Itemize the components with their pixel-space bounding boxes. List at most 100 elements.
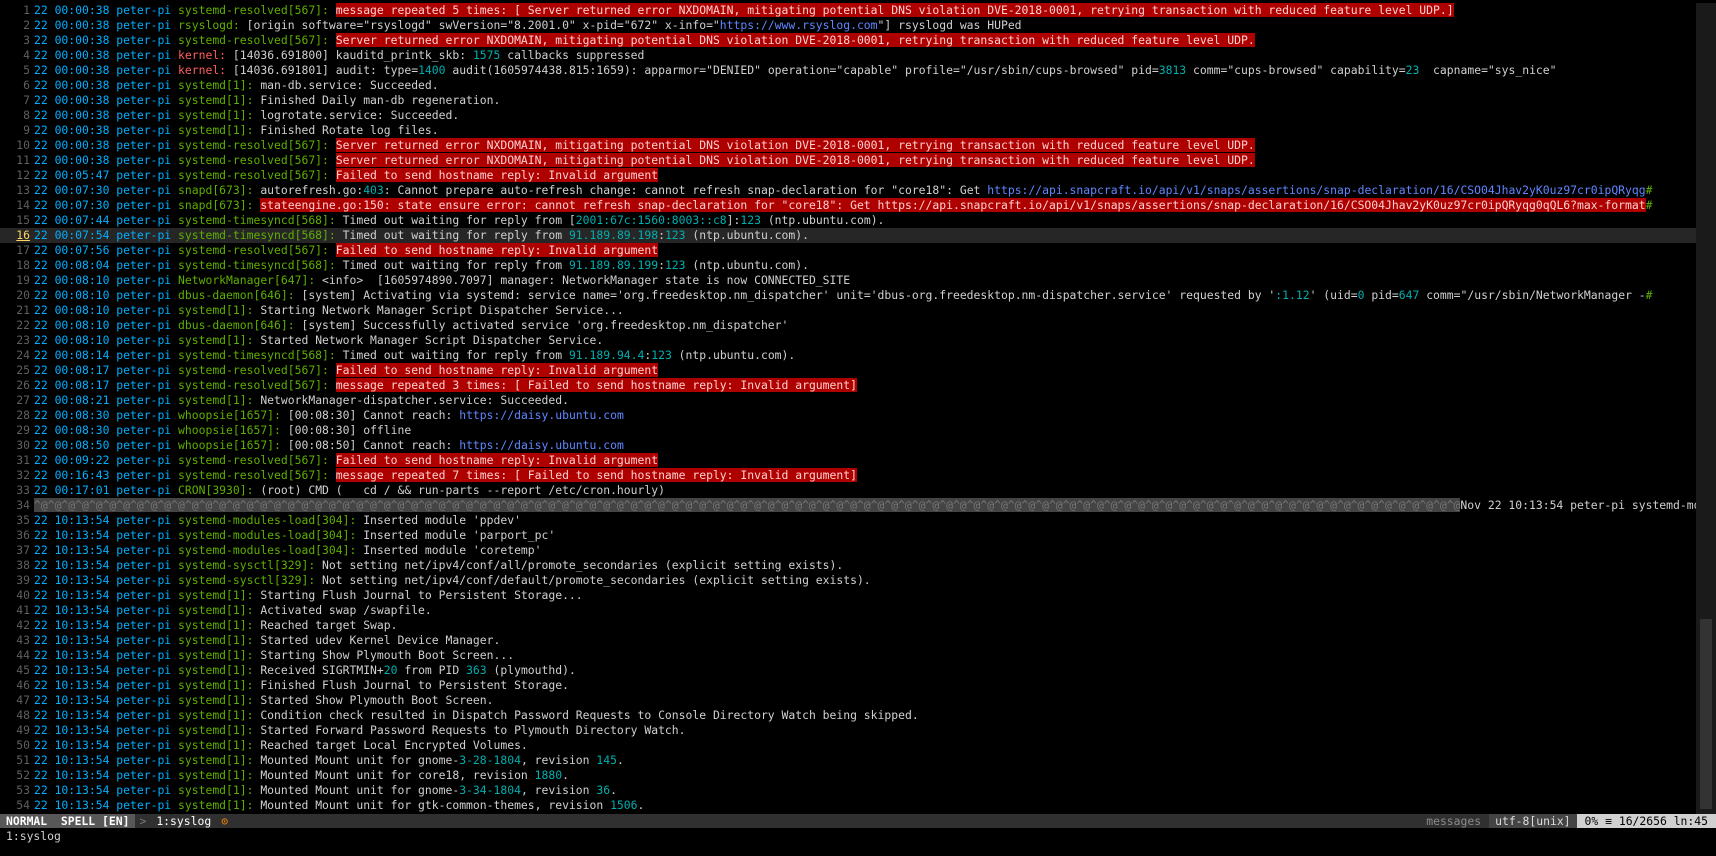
command-line[interactable]: 1:syslog [6,829,61,844]
log-line[interactable]: 11 22 00:00:38 peter-pi systemd-resolved[… [0,153,1716,168]
log-line[interactable]: 51 22 10:13:54 peter-pi systemd[1]: Mount… [0,753,1716,768]
log-line[interactable]: 5 22 00:00:38 peter-pi kernel: [14036.691… [0,63,1716,78]
log-line[interactable]: 20 22 00:08:10 peter-pi dbus-daemon[646]:… [0,288,1716,303]
scrollbar-thumb[interactable] [1700,619,1712,809]
line-text: 22 00:00:38 peter-pi rsyslogd: [origin s… [34,18,1716,33]
log-line[interactable]: 23 22 00:08:10 peter-pi systemd[1]: Start… [0,333,1716,348]
timestamp: 22 00:08:17 [34,363,117,377]
log-line[interactable]: 47 22 10:13:54 peter-pi systemd[1]: Start… [0,693,1716,708]
log-line[interactable]: 24 22 00:08:14 peter-pi systemd-timesyncd… [0,348,1716,363]
line-number: 21 [16,303,30,317]
timestamp: 22 00:00:38 [34,63,117,77]
log-line[interactable]: 15 22 00:07:44 peter-pi systemd-timesyncd… [0,213,1716,228]
log-line[interactable]: 21 22 00:08:10 peter-pi systemd[1]: Start… [0,303,1716,318]
line-text: 22 10:13:54 peter-pi systemd[1]: Startin… [34,588,1716,603]
line-text: 22 00:08:21 peter-pi systemd[1]: Network… [34,393,1716,408]
log-line[interactable]: 7 22 00:00:38 peter-pi systemd[1]: Finish… [0,93,1716,108]
url-link[interactable]: https://daisy.ubuntu.com [459,438,624,452]
log-line[interactable]: 10 22 00:00:38 peter-pi systemd-resolved[… [0,138,1716,153]
hostname: peter-pi [116,168,179,182]
line-number: 37 [16,543,30,557]
log-line[interactable]: 1 22 00:00:38 peter-pi systemd-resolved[5… [0,3,1716,18]
line-number: 18 [16,258,30,272]
log-line[interactable]: 18 22 00:08:04 peter-pi systemd-timesyncd… [0,258,1716,273]
timestamp: 22 10:13:54 [34,738,117,752]
log-line[interactable]: 38 22 10:13:54 peter-pi systemd-sysctl[32… [0,558,1716,573]
line-number: 42 [16,618,30,632]
line-text: 22 00:07:56 peter-pi systemd-resolved[56… [34,243,1716,258]
line-number: 13 [16,183,30,197]
log-line[interactable]: 9 22 00:00:38 peter-pi systemd[1]: Finish… [0,123,1716,138]
log-line[interactable]: 42 22 10:13:54 peter-pi systemd[1]: Reach… [0,618,1716,633]
line-number: 25 [16,363,30,377]
log-line[interactable]: 50 22 10:13:54 peter-pi systemd[1]: Reach… [0,738,1716,753]
message-text: Received SIGRTMIN+ [260,663,384,677]
log-line[interactable]: 8 22 00:00:38 peter-pi systemd[1]: logrot… [0,108,1716,123]
log-line[interactable]: 34 ^@^@^@^@^@^@^@^@^@^@^@^@^@^@^@^@^@^@^@… [0,498,1716,513]
process-name: systemd-modules-load[304]: [178,528,364,542]
timestamp: 22 10:13:54 [34,768,117,782]
log-line[interactable]: 54 22 10:13:54 peter-pi systemd[1]: Mount… [0,798,1716,813]
log-line[interactable]: 45 22 10:13:54 peter-pi systemd[1]: Recei… [0,663,1716,678]
log-line[interactable]: 46 22 10:13:54 peter-pi systemd[1]: Finis… [0,678,1716,693]
process-name: systemd[1]: [178,633,261,647]
log-line[interactable]: 39 22 10:13:54 peter-pi systemd-sysctl[32… [0,573,1716,588]
log-line[interactable]: 26 22 00:08:17 peter-pi systemd-resolved[… [0,378,1716,393]
log-line[interactable]: 28 22 00:08:30 peter-pi whoopsie[1657]: [… [0,408,1716,423]
log-line[interactable]: 52 22 10:13:54 peter-pi systemd[1]: Mount… [0,768,1716,783]
message-text: [system] Successfully activated service … [301,318,789,332]
timestamp: 22 00:07:54 [34,228,117,242]
log-line[interactable]: 40 22 10:13:54 peter-pi systemd[1]: Start… [0,588,1716,603]
log-line[interactable]: 2 22 00:00:38 peter-pi rsyslogd: [origin … [0,18,1716,33]
scrollbar[interactable] [1696,3,1716,814]
hostname: peter-pi [116,603,179,617]
url-link[interactable]: https://api.snapcraft.io/api/v1/snaps/as… [987,183,1645,197]
log-line[interactable]: 16 22 00:07:54 peter-pi systemd-timesyncd… [0,228,1716,243]
line-number: 28 [16,408,30,422]
line-text: 22 10:13:54 peter-pi systemd[1]: Reached… [34,738,1716,753]
log-line[interactable]: 17 22 00:07:56 peter-pi systemd-resolved[… [0,243,1716,258]
line-number: 34 [16,498,30,512]
buffer-name[interactable]: 1:syslog [150,814,217,828]
log-line[interactable]: 35 22 10:13:54 peter-pi systemd-modules-l… [0,513,1716,528]
status-line: NORMAL SPELL [EN] > 1:syslog ⊙ messages … [0,814,1716,828]
url-link[interactable]: https://daisy.ubuntu.com [459,408,624,422]
log-line[interactable]: 44 22 10:13:54 peter-pi systemd[1]: Start… [0,648,1716,663]
timestamp: 22 00:16:43 [34,468,117,482]
hostname: peter-pi [116,318,179,332]
url-link[interactable]: https://www.rsyslog.com [720,18,878,32]
log-line[interactable]: 32 22 00:16:43 peter-pi systemd-resolved[… [0,468,1716,483]
log-line[interactable]: 30 22 00:08:50 peter-pi whoopsie[1657]: [… [0,438,1716,453]
log-line[interactable]: 31 22 00:09:22 peter-pi systemd-resolved[… [0,453,1716,468]
editor-pane[interactable]: 1 22 00:00:38 peter-pi systemd-resolved[5… [0,3,1716,814]
log-line[interactable]: 22 22 00:08:10 peter-pi dbus-daemon[646]:… [0,318,1716,333]
log-line[interactable]: 3 22 00:00:38 peter-pi systemd-resolved[5… [0,33,1716,48]
log-line[interactable]: 4 22 00:00:38 peter-pi kernel: [14036.691… [0,48,1716,63]
log-line[interactable]: 33 22 00:17:01 peter-pi CRON[3930]: (root… [0,483,1716,498]
timestamp: 22 00:00:38 [34,153,117,167]
log-line[interactable]: 41 22 10:13:54 peter-pi systemd[1]: Activ… [0,603,1716,618]
log-line[interactable]: 29 22 00:08:30 peter-pi whoopsie[1657]: [… [0,423,1716,438]
process-name: systemd-timesyncd[568]: [178,228,343,242]
log-line[interactable]: 25 22 00:08:17 peter-pi systemd-resolved[… [0,363,1716,378]
line-number: 49 [16,723,30,737]
number-literal: 91.189.89.199 [568,258,659,272]
timestamp: 22 10:13:54 [34,723,117,737]
log-line[interactable]: 53 22 10:13:54 peter-pi systemd[1]: Mount… [0,783,1716,798]
hostname: peter-pi [116,363,179,377]
timestamp: 22 10:13:54 [34,798,117,812]
log-line[interactable]: 13 22 00:07:30 peter-pi snapd[673]: autor… [0,183,1716,198]
log-line[interactable]: 37 22 10:13:54 peter-pi systemd-modules-l… [0,543,1716,558]
log-line[interactable]: 19 22 00:08:10 peter-pi NetworkManager[64… [0,273,1716,288]
process-name: snapd[673]: [178,183,261,197]
log-line[interactable]: 12 22 00:05:47 peter-pi systemd-resolved[… [0,168,1716,183]
null-bytes: ^@^@^@^@^@^@^@^@^@^@^@^@^@^@^@^@^@^@^@^@… [34,498,1461,512]
log-line[interactable]: 36 22 10:13:54 peter-pi systemd-modules-l… [0,528,1716,543]
log-line[interactable]: 48 22 10:13:54 peter-pi systemd[1]: Condi… [0,708,1716,723]
log-line[interactable]: 49 22 10:13:54 peter-pi systemd[1]: Start… [0,723,1716,738]
log-line[interactable]: 43 22 10:13:54 peter-pi systemd[1]: Start… [0,633,1716,648]
log-line[interactable]: 14 22 00:07:30 peter-pi snapd[673]: state… [0,198,1716,213]
log-line[interactable]: 27 22 00:08:21 peter-pi systemd[1]: Netwo… [0,393,1716,408]
log-line[interactable]: 6 22 00:00:38 peter-pi systemd[1]: man-db… [0,78,1716,93]
line-number: 14 [16,198,30,212]
